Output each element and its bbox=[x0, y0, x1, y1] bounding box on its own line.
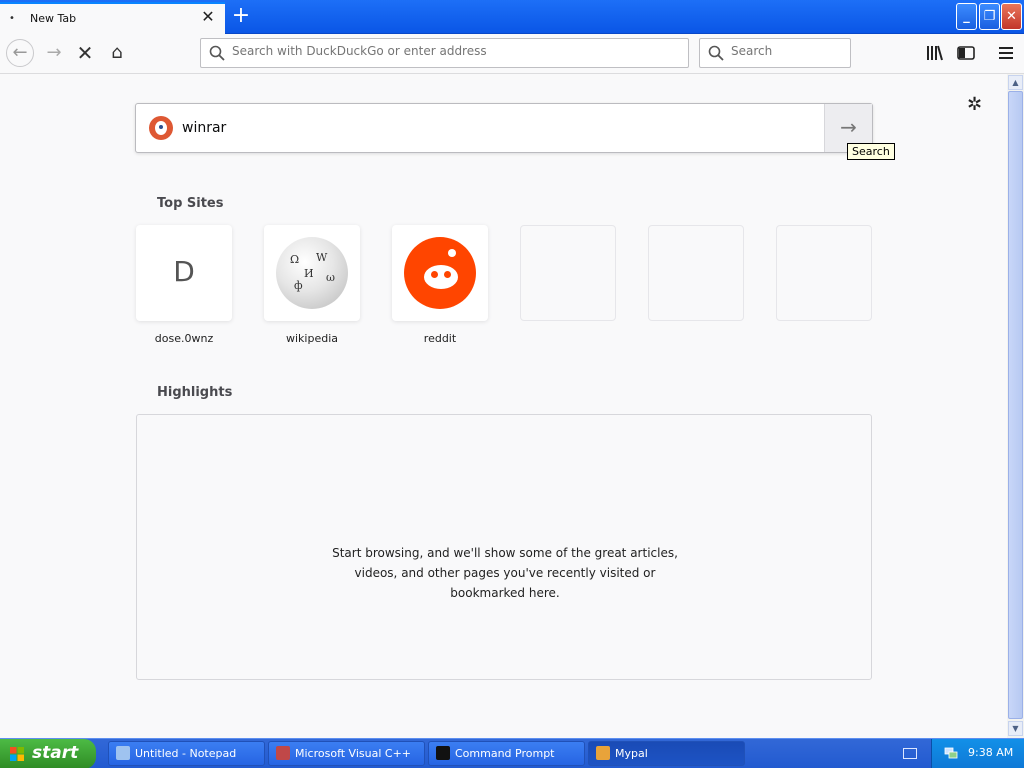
top-site-tile[interactable] bbox=[392, 225, 488, 321]
taskbar-item-notepad[interactable]: Untitled - Notepad bbox=[108, 741, 265, 766]
mypal-icon bbox=[596, 746, 610, 760]
forward-button[interactable]: → bbox=[40, 39, 68, 67]
search-icon bbox=[209, 45, 225, 61]
windows-flag-icon bbox=[10, 747, 24, 761]
vertical-scrollbar[interactable]: ▲ ▼ bbox=[1007, 74, 1024, 738]
system-tray: 9:38 AM bbox=[931, 739, 1024, 768]
visual-cpp-icon bbox=[276, 746, 290, 760]
search-bar[interactable] bbox=[699, 38, 851, 68]
top-site-label[interactable]: dose.0wnz bbox=[136, 332, 232, 345]
clock[interactable]: 9:38 AM bbox=[968, 746, 1013, 759]
close-window-button[interactable]: ✕ bbox=[1001, 3, 1022, 30]
top-site-placeholder bbox=[776, 225, 872, 321]
taskbar-item-label: Mypal bbox=[615, 747, 648, 760]
top-sites-title: Top Sites bbox=[157, 196, 224, 211]
site-letter-icon: D bbox=[173, 255, 195, 288]
gear-icon[interactable]: ✲ bbox=[967, 94, 982, 115]
wikipedia-globe-icon: Ω W И ω ф bbox=[276, 237, 348, 309]
taskbar: start Untitled - Notepad Microsoft Visua… bbox=[0, 738, 1024, 768]
keyboard-icon[interactable] bbox=[903, 748, 917, 759]
taskbar-item-mypal[interactable]: Mypal bbox=[588, 741, 745, 766]
highlights-title: Highlights bbox=[157, 385, 233, 400]
top-site-tile[interactable]: Ω W И ω ф bbox=[264, 225, 360, 321]
tab-new-tab[interactable]: • New Tab ✕ bbox=[0, 2, 225, 34]
highlights-panel: Start browsing, and we'll show some of t… bbox=[136, 414, 872, 680]
search-icon bbox=[708, 45, 724, 61]
network-icon[interactable] bbox=[944, 746, 958, 760]
top-site-label[interactable]: reddit bbox=[392, 332, 488, 345]
taskbar-item-visual-cpp[interactable]: Microsoft Visual C++ bbox=[268, 741, 425, 766]
library-icon[interactable] bbox=[925, 43, 945, 63]
home-button[interactable]: ⌂ bbox=[103, 39, 131, 67]
top-site-tile[interactable]: D bbox=[136, 225, 232, 321]
search-tooltip: Search bbox=[847, 143, 895, 160]
back-button[interactable]: ← bbox=[6, 39, 34, 67]
minimize-button[interactable]: _ bbox=[956, 3, 977, 30]
screen: • New Tab ✕ + _ ❐ ✕ ← → ✕ ⌂ Search with … bbox=[0, 0, 1024, 768]
duckduckgo-icon bbox=[149, 116, 173, 140]
command-prompt-icon bbox=[436, 746, 450, 760]
url-input[interactable] bbox=[232, 44, 672, 58]
tab-strip: • New Tab ✕ + _ ❐ ✕ bbox=[0, 0, 1024, 34]
scroll-down-icon[interactable]: ▼ bbox=[1008, 721, 1023, 736]
notepad-icon bbox=[116, 746, 130, 760]
stop-button[interactable]: ✕ bbox=[71, 39, 99, 67]
tab-close-icon[interactable]: ✕ bbox=[199, 8, 217, 26]
taskbar-item-label: Command Prompt bbox=[455, 747, 555, 760]
scroll-thumb[interactable] bbox=[1008, 91, 1023, 719]
tab-title: New Tab bbox=[30, 12, 77, 25]
start-label: start bbox=[32, 743, 79, 763]
tab-loading-dot: • bbox=[9, 13, 15, 24]
top-site-placeholder bbox=[520, 225, 616, 321]
top-site-label[interactable]: wikipedia bbox=[264, 332, 360, 345]
highlights-empty-message: Start browsing, and we'll show some of t… bbox=[332, 546, 678, 600]
taskbar-item-label: Untitled - Notepad bbox=[135, 747, 237, 760]
maximize-button[interactable]: ❐ bbox=[979, 3, 1000, 30]
reddit-alien-icon bbox=[404, 237, 476, 309]
taskbar-item-label: Microsoft Visual C++ bbox=[295, 747, 412, 760]
sidebar-icon[interactable] bbox=[956, 43, 976, 63]
search-input[interactable] bbox=[731, 44, 841, 58]
taskbar-item-command-prompt[interactable]: Command Prompt bbox=[428, 741, 585, 766]
nav-toolbar: ← → ✕ ⌂ bbox=[0, 34, 1024, 74]
new-tab-button[interactable]: + bbox=[229, 3, 253, 29]
scroll-up-icon[interactable]: ▲ bbox=[1008, 75, 1023, 90]
newtab-search-query[interactable]: winrar bbox=[182, 120, 226, 136]
new-tab-page: ✲ winrar → Search Top Sites D dose.0wnz … bbox=[0, 75, 1007, 739]
top-site-placeholder bbox=[648, 225, 744, 321]
menu-icon[interactable] bbox=[996, 43, 1016, 63]
url-bar[interactable] bbox=[200, 38, 689, 68]
start-button[interactable]: start bbox=[0, 739, 96, 768]
newtab-search-box[interactable]: winrar → bbox=[135, 103, 873, 153]
